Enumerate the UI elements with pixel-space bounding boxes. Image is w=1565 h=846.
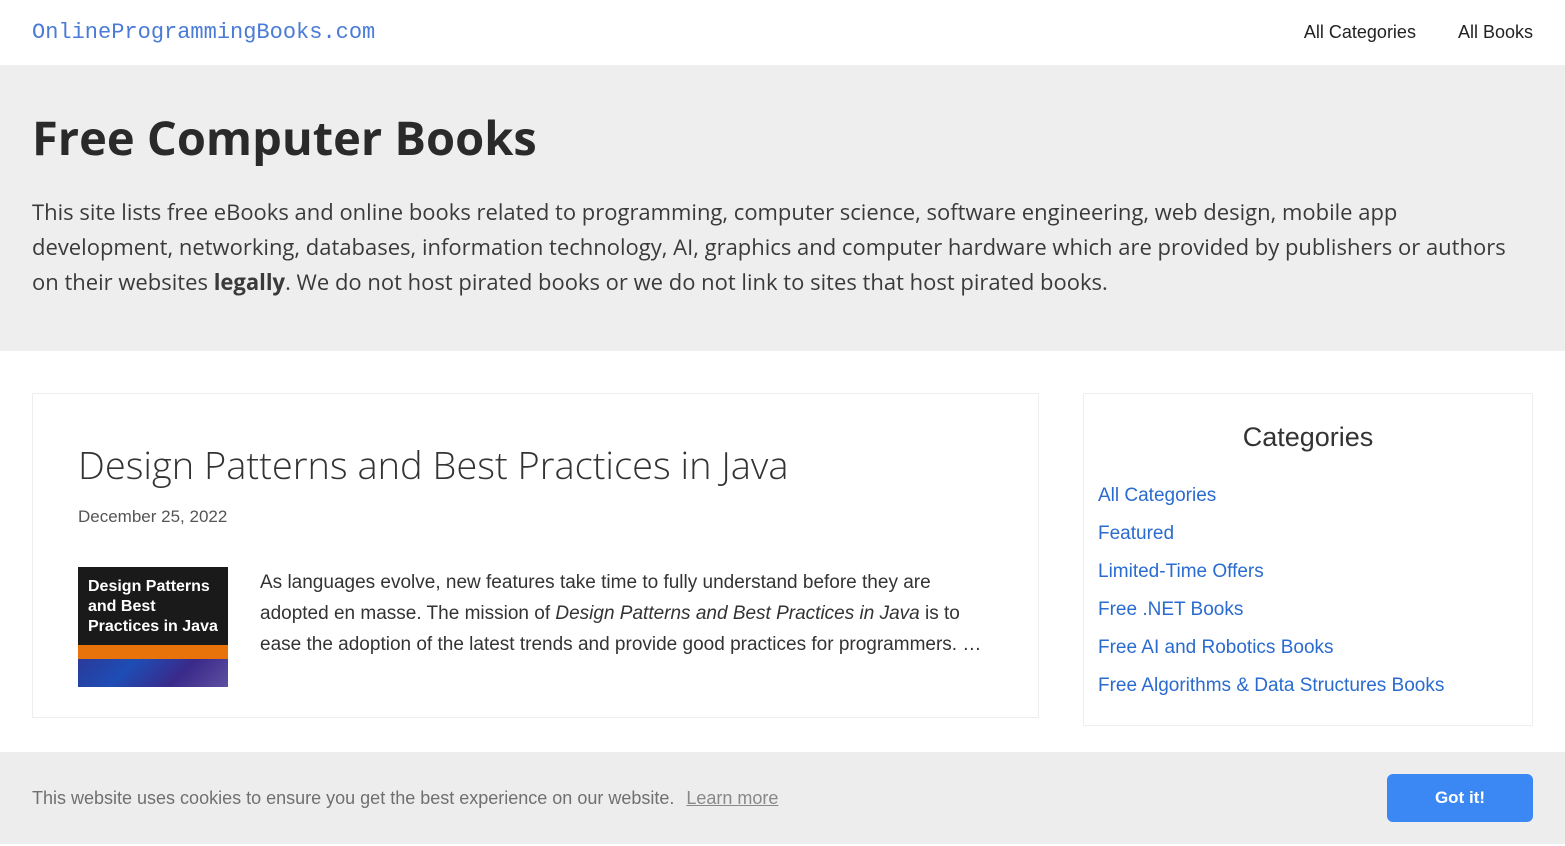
cookie-message: This website uses cookies to ensure you …: [32, 788, 674, 809]
hero-intro: This site lists free eBooks and online b…: [32, 195, 1533, 301]
site-logo[interactable]: OnlineProgrammingBooks.com: [32, 20, 375, 45]
category-link[interactable]: Free AI and Robotics Books: [1098, 637, 1334, 658]
list-item: Featured: [1098, 515, 1518, 553]
cookie-learn-more-link[interactable]: Learn more: [686, 788, 778, 809]
book-cover-image[interactable]: Design Patterns and Best Practices in Ja…: [78, 567, 228, 687]
nav-all-categories[interactable]: All Categories: [1304, 22, 1416, 43]
category-link[interactable]: Free Algorithms & Data Structures Books: [1098, 675, 1444, 696]
list-item: Free Algorithms & Data Structures Books: [1098, 667, 1518, 705]
post-card: Design Patterns and Best Practices in Ja…: [32, 393, 1039, 718]
hero-section: Free Computer Books This site lists free…: [0, 65, 1565, 351]
post-title[interactable]: Design Patterns and Best Practices in Ja…: [78, 439, 993, 491]
hero-intro-bold: legally: [214, 267, 285, 297]
nav-all-books[interactable]: All Books: [1458, 22, 1533, 43]
page-title: Free Computer Books: [32, 105, 1533, 169]
category-link[interactable]: All Categories: [1098, 485, 1216, 506]
category-list: All Categories Featured Limited-Time Off…: [1098, 477, 1518, 705]
cookie-banner: This website uses cookies to ensure you …: [0, 752, 1565, 844]
cookie-text-group: This website uses cookies to ensure you …: [32, 788, 778, 809]
post-excerpt: As languages evolve, new features take t…: [260, 567, 993, 687]
category-link[interactable]: Free .NET Books: [1098, 599, 1243, 620]
cover-stripe: [78, 645, 228, 659]
category-link[interactable]: Limited-Time Offers: [1098, 561, 1264, 582]
hero-intro-after: . We do not host pirated books or we do …: [285, 267, 1108, 297]
post-body: Design Patterns and Best Practices in Ja…: [78, 567, 993, 687]
cookie-accept-button[interactable]: Got it!: [1387, 774, 1533, 822]
sidebar: Categories All Categories Featured Limit…: [1083, 393, 1533, 726]
category-link[interactable]: Featured: [1098, 523, 1174, 544]
sidebar-title: Categories: [1098, 422, 1518, 453]
post-date: December 25, 2022: [78, 507, 993, 527]
site-header: OnlineProgrammingBooks.com All Categorie…: [0, 0, 1565, 65]
cover-art: [78, 659, 228, 687]
cover-title-text: Design Patterns and Best Practices in Ja…: [78, 567, 228, 645]
excerpt-italic: Design Patterns and Best Practices in Ja…: [555, 603, 919, 624]
list-item: All Categories: [1098, 477, 1518, 515]
main-nav: All Categories All Books: [1304, 22, 1533, 43]
list-item: Free .NET Books: [1098, 591, 1518, 629]
list-item: Limited-Time Offers: [1098, 553, 1518, 591]
list-item: Free AI and Robotics Books: [1098, 629, 1518, 667]
